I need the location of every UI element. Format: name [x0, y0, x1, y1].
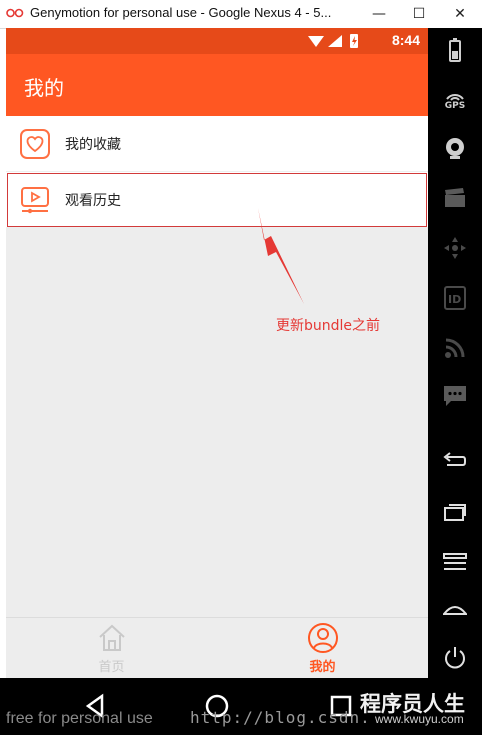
dpad-icon[interactable] [439, 232, 471, 264]
watermark-url: http://blog.csdn. [190, 708, 371, 727]
sms-icon[interactable] [439, 380, 471, 412]
emulator-toolbar: GPS ID [428, 28, 482, 678]
home-icon[interactable] [439, 594, 471, 626]
battery-icon[interactable] [439, 34, 471, 66]
gps-label: GPS [444, 101, 466, 111]
user-icon [307, 623, 338, 653]
phone-screen: 8:44 我的 我的收藏 观看历史 更新bundle之前 首页 我的 [6, 28, 428, 678]
back-icon[interactable] [439, 445, 471, 477]
svg-text:ID: ID [448, 293, 461, 306]
camera-icon[interactable] [439, 132, 471, 164]
power-icon[interactable] [439, 642, 471, 674]
rss-icon[interactable] [439, 332, 471, 364]
close-button[interactable]: ✕ [440, 0, 480, 28]
genymotion-logo-icon [6, 8, 24, 18]
recent-apps-icon[interactable] [439, 496, 471, 528]
maximize-button[interactable]: ☐ [399, 0, 439, 28]
tab-mine[interactable]: 我的 [217, 618, 428, 678]
watermark-text: free for personal use [6, 710, 153, 727]
tab-label: 首页 [98, 660, 125, 675]
annotation-arrow [258, 208, 304, 304]
video-clapper-icon[interactable] [439, 182, 471, 214]
id-icon[interactable]: ID [439, 282, 471, 314]
window-title: Genymotion for personal use - Google Nex… [30, 5, 332, 20]
tab-label: 我的 [309, 660, 336, 675]
brand-url: www.kwuyu.com [375, 712, 464, 726]
tab-home[interactable]: 首页 [6, 618, 217, 678]
bottom-navigation: 首页 我的 [6, 617, 428, 678]
home-icon [98, 624, 125, 651]
gps-icon[interactable]: GPS [439, 85, 471, 117]
window-titlebar: Genymotion for personal use - Google Nex… [0, 0, 482, 29]
menu-icon[interactable] [439, 546, 471, 578]
minimize-button[interactable]: — [359, 0, 399, 28]
annotation-text: 更新bundle之前 [276, 318, 381, 334]
